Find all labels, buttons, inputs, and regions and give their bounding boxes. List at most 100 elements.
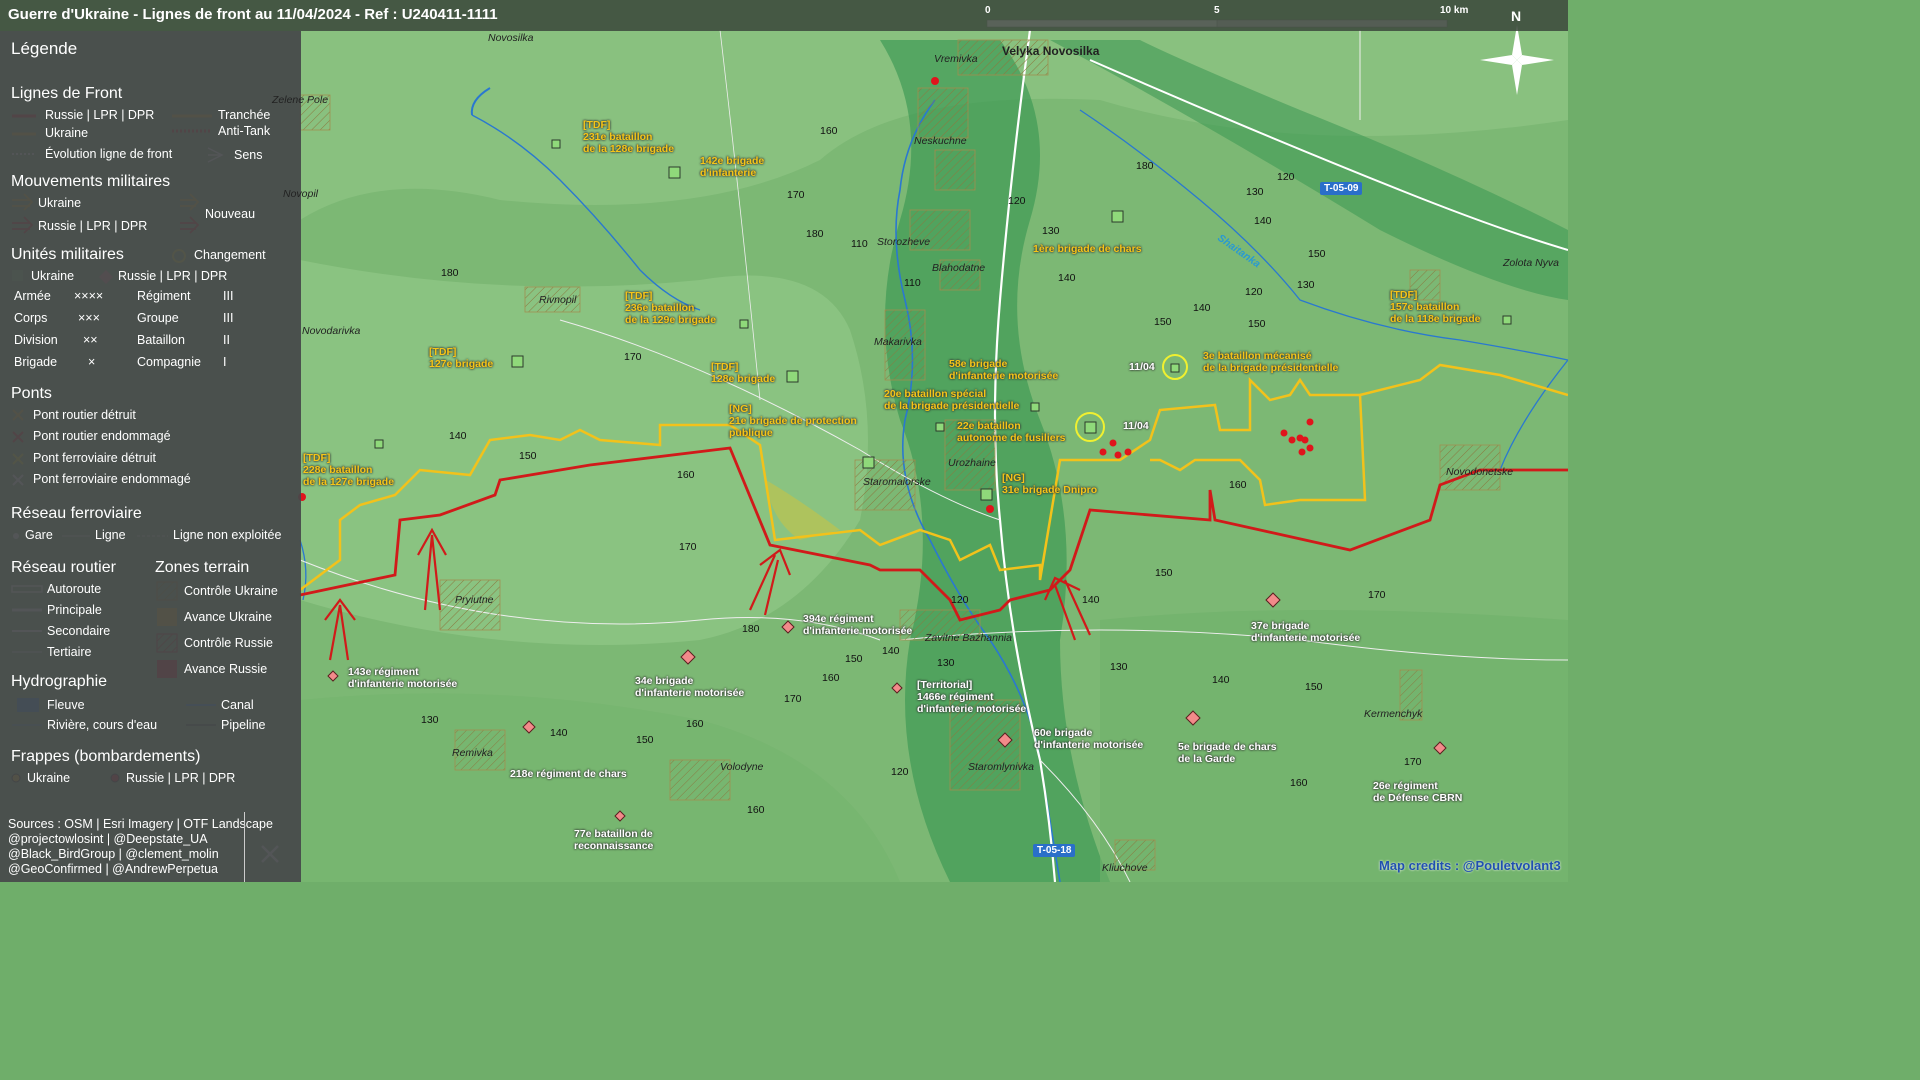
- map-credits: Map credits : @Pouletvolant3: [1379, 858, 1561, 873]
- ru-unit-label: 26e régiment de Défense CBRN: [1373, 780, 1463, 804]
- legend-units-russia: Russie | LPR | DPR: [118, 269, 228, 283]
- elevation-label: 110: [904, 277, 921, 289]
- elevation-label: 180: [1136, 160, 1154, 172]
- compass-north: N: [1511, 8, 1522, 24]
- map-title: Guerre d'Ukraine - Lignes de front au 11…: [8, 6, 498, 23]
- elevation-label: 130: [1110, 661, 1128, 673]
- legend-units-ukraine: Ukraine: [31, 269, 75, 283]
- legend-rail-station: Gare: [25, 528, 53, 542]
- legend-strikes-ukraine: Ukraine: [27, 771, 71, 785]
- elevation-label: 140: [882, 645, 900, 657]
- elevation-label: 160: [822, 672, 840, 684]
- legend-rail-unused: Ligne non exploitée: [173, 528, 282, 542]
- elevation-label: 130: [937, 657, 955, 669]
- scale-mid: 5: [1214, 5, 1220, 16]
- sources-panel: Sources : OSM | Esri Imagery | OTF Lands…: [0, 812, 273, 882]
- ru-unit-label: 143e régiment d'infanterie motorisée: [348, 666, 458, 690]
- ru-unit-label: 218e régiment de chars: [510, 768, 627, 780]
- source-line: Sources : OSM | Esri Imagery | OTF Lands…: [8, 817, 273, 831]
- road-shield: T-05-09: [1320, 182, 1363, 195]
- legend-bridge-item: Pont routier endommagé: [33, 429, 171, 443]
- legend-bridges-heading: Ponts: [11, 385, 52, 402]
- elevation-label: 170: [787, 189, 805, 201]
- ua-unit-label: 3e bataillon mécanisé de la brigade prési…: [1203, 350, 1339, 374]
- scale-zero: 0: [985, 5, 991, 16]
- elevation-label: 130: [1246, 186, 1264, 198]
- elevation-label: 140: [1082, 594, 1100, 606]
- elevation-label: 120: [1008, 195, 1026, 207]
- legend-rail-line: Ligne: [95, 528, 126, 542]
- ua-unit-label: [TDF] 236e bataillon de la 129e brigade: [625, 290, 717, 326]
- legend-rail-heading: Réseau ferroviaire: [11, 505, 142, 522]
- legend-size-sym2: III: [223, 311, 234, 325]
- legend-size-name: Division: [14, 333, 58, 347]
- legend-size-sym2: II: [223, 333, 230, 347]
- legend-move-ukraine: Ukraine: [38, 196, 82, 210]
- ua-unit-label: [TDF] 157e bataillon de la 118e brigade: [1390, 289, 1481, 325]
- legend-size-sym: ××: [83, 333, 98, 347]
- town-label: Novodarivka: [302, 325, 361, 337]
- ua-unit-label: 22e bataillon autonome de fusiliers: [957, 420, 1066, 444]
- legend-front-heading: Lignes de Front: [11, 85, 123, 102]
- town-label: Novosilka: [488, 32, 534, 44]
- legend-hydro-pipeline: Pipeline: [221, 718, 266, 732]
- town-label: Rivnopil: [539, 294, 577, 306]
- town-label: Neskuchne: [914, 135, 967, 147]
- ru-unit-label: 394e régiment d'infanterie motorisée: [803, 613, 913, 637]
- ua-unit-label: [TDF] 231e bataillon de la 128e brigade: [583, 119, 675, 155]
- town-label: Makarivka: [874, 336, 922, 348]
- elevation-label: 140: [1254, 215, 1272, 227]
- legend-bridge-item: Pont ferroviaire endommagé: [33, 472, 191, 486]
- ua-unit-label: 142e brigade d'infanterie: [700, 155, 765, 179]
- legend-units-change: Changement: [194, 248, 266, 262]
- elevation-label: 180: [742, 623, 760, 635]
- town-label: Novodonetske: [1446, 466, 1514, 478]
- elevation-label: 160: [1290, 777, 1308, 789]
- elevation-label: 150: [519, 450, 537, 462]
- ua-unit-label: 1ère brigade de chars: [1033, 243, 1142, 255]
- legend-strikes-russia: Russie | LPR | DPR: [126, 771, 236, 785]
- legend-front-ukraine: Ukraine: [45, 126, 89, 140]
- town-label: Velyka Novosilka: [1002, 44, 1100, 58]
- town-label: Staromaiorske: [863, 476, 931, 488]
- ru-unit-label: 60e brigade d'infanterie motorisée: [1034, 727, 1144, 751]
- elevation-label: 150: [1155, 567, 1173, 579]
- legend-strikes-heading: Frappes (bombardements): [11, 748, 201, 765]
- ua-unit-label: [TDF] 128e brigade: [711, 361, 776, 385]
- town-label: Storozheve: [877, 236, 931, 248]
- legend-roads-heading: Réseau routier: [11, 559, 116, 576]
- elevation-label: 150: [636, 734, 654, 746]
- town-label: Zelene Pole: [272, 94, 329, 106]
- date-tag: 11/04: [1129, 361, 1155, 373]
- town-label: Kermenchyk: [1364, 708, 1423, 720]
- town-label: Volodyne: [720, 761, 764, 773]
- legend-size-sym: ×: [88, 355, 96, 369]
- ua-unit-label: 20e bataillon spécial de la brigade prési…: [884, 388, 1020, 412]
- legend-bridge-item: Pont routier détruit: [33, 408, 136, 422]
- elevation-label: 150: [1308, 248, 1326, 260]
- elevation-label: 170: [1404, 756, 1422, 768]
- legend-zones-heading: Zones terrain: [155, 559, 250, 576]
- legend-size-sym: ××××: [74, 289, 104, 303]
- legend-bridge-item: Pont ferroviaire détruit: [33, 451, 156, 465]
- legend-hydro-canal: Canal: [221, 698, 254, 712]
- elevation-label: 160: [677, 469, 695, 481]
- legend-direction: Sens: [234, 148, 263, 162]
- town-label: Zavitne Bazhannia: [925, 632, 1012, 644]
- elevation-label: 150: [1305, 681, 1323, 693]
- elevation-label: 140: [449, 430, 467, 442]
- elevation-label: 120: [891, 766, 909, 778]
- elevation-label: 130: [421, 714, 439, 726]
- legend-zone-item: Contrôle Russie: [184, 636, 273, 650]
- legend-size-name2: Groupe: [137, 311, 179, 325]
- ua-unit-label: [TDF] 228e bataillon de la 127e brigade: [303, 452, 395, 488]
- ru-unit-label: 37e brigade d'infanterie motorisée: [1251, 620, 1361, 644]
- elevation-label: 140: [550, 727, 568, 739]
- legend-movements-heading: Mouvements militaires: [11, 173, 171, 190]
- legend-road-item: Autoroute: [47, 582, 102, 596]
- ua-unit-label: [TDF] 127e brigade: [429, 346, 494, 370]
- town-label: Staromlynivka: [968, 761, 1034, 773]
- elevation-label: 150: [1154, 316, 1172, 328]
- legend-front-russia: Russie | LPR | DPR: [45, 108, 155, 122]
- elevation-label: 130: [1042, 225, 1060, 237]
